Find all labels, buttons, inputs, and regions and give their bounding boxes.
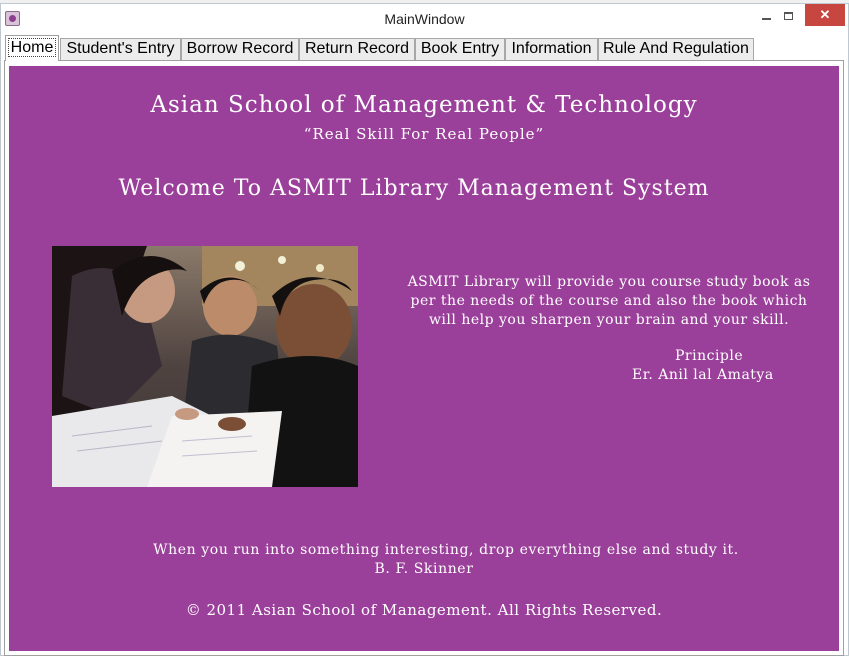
main-window: MainWindow ✕ Home Student's Entry Borrow… (0, 3, 849, 656)
tab-label: Return Record (304, 40, 410, 57)
tab-return-record[interactable]: Return Record (299, 38, 415, 60)
title-bar[interactable]: MainWindow ✕ (1, 4, 848, 33)
students-photo (52, 246, 358, 487)
tagline: “Real Skill For Real People” (303, 125, 545, 143)
copyright-notice: © 2011 Asian School of Management. All R… (185, 601, 663, 619)
close-button[interactable]: ✕ (805, 4, 845, 26)
tab-book-entry[interactable]: Book Entry (415, 38, 505, 60)
quote-text: When you run into something interesting,… (153, 542, 739, 558)
tab-information[interactable]: Information (505, 38, 598, 60)
tab-borrow-record[interactable]: Borrow Record (181, 38, 299, 60)
tab-label: Book Entry (420, 40, 500, 57)
tab-students-entry[interactable]: Student's Entry (60, 38, 181, 60)
home-tab-panel: Asian School of Management & Technology … (4, 60, 844, 656)
tab-home[interactable]: Home (5, 35, 59, 61)
minimize-icon (761, 17, 771, 20)
library-description: ASMIT Library will provide you course st… (407, 274, 811, 328)
tab-label: Home (7, 38, 57, 57)
tab-label: Student's Entry (66, 40, 175, 57)
tab-label: Borrow Record (186, 40, 294, 57)
tab-rule-and-regulation[interactable]: Rule And Regulation (598, 38, 754, 60)
school-name: Asian School of Management & Technology (150, 92, 698, 118)
maximize-icon (783, 11, 793, 20)
principal-title: Principle (675, 348, 744, 364)
tab-bar: Home Student's Entry Borrow Record Retur… (4, 35, 847, 61)
window-title: MainWindow (384, 11, 465, 27)
quote-author: B. F. Skinner (374, 561, 474, 577)
principal-name: Er. Anil lal Amatya (632, 367, 774, 383)
home-content: Asian School of Management & Technology … (9, 66, 839, 651)
tab-label: Information (511, 40, 592, 57)
welcome-heading: Welcome To ASMIT Library Management Syst… (118, 176, 710, 201)
tab-label: Rule And Regulation (603, 40, 749, 57)
students-photo-image (52, 246, 358, 487)
maximize-button[interactable] (772, 4, 804, 26)
close-icon: ✕ (819, 7, 831, 22)
